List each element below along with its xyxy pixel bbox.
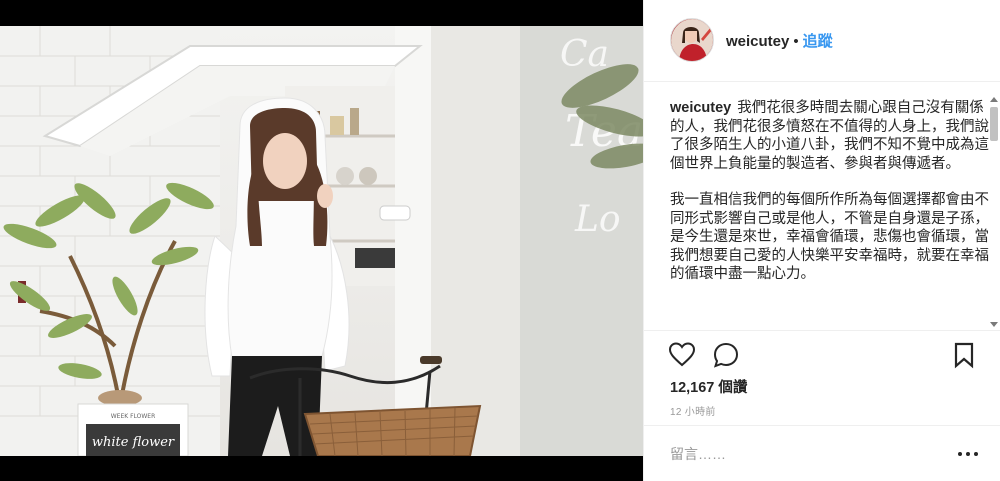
avatar-image xyxy=(671,19,713,61)
bookmark-icon[interactable] xyxy=(950,341,978,369)
caption-username[interactable]: weicutey xyxy=(670,100,731,116)
caption-area[interactable]: weicutey 我們花很多時間去關心跟自己沒有關係的人，我們花很多憤怒在不值得… xyxy=(644,83,1000,330)
caption-scrollbar[interactable] xyxy=(988,97,1000,327)
scroll-up-icon[interactable] xyxy=(990,97,998,102)
likes-count[interactable]: 12,167 個讚 xyxy=(670,376,747,397)
scroll-down-icon[interactable] xyxy=(990,322,998,327)
post-photo-illustration: Tea Ca Lo WEEK FLOWER white flower xyxy=(0,26,643,456)
caption: weicutey 我們花很多時間去關心跟自己沒有關係的人，我們花很多憤怒在不值得… xyxy=(670,99,990,302)
post-photo[interactable]: Tea Ca Lo WEEK FLOWER white flower xyxy=(0,26,643,456)
sign-script-text: white flower xyxy=(92,435,175,450)
header-separator: • xyxy=(793,33,799,50)
header-username[interactable]: weicutey xyxy=(726,33,789,50)
post-header: weicutey • 追蹤 xyxy=(644,0,1000,82)
comment-input[interactable] xyxy=(670,444,940,464)
avatar[interactable] xyxy=(670,18,714,62)
post-timestamp[interactable]: 12 小時前 xyxy=(670,403,716,418)
scroll-thumb[interactable] xyxy=(990,107,998,141)
heart-icon[interactable] xyxy=(668,341,696,369)
follow-button[interactable]: 追蹤 xyxy=(803,33,833,50)
caption-paragraph-2: 我一直相信我們的每個所作所為每個選擇都會由不同形式影響自己或是他人，不管是自身還… xyxy=(670,192,989,282)
action-bar xyxy=(644,330,1000,378)
more-options-icon[interactable] xyxy=(956,445,980,463)
svg-text:Ca: Ca xyxy=(560,34,609,75)
comment-bar xyxy=(644,425,1000,481)
svg-text:Lo: Lo xyxy=(574,199,621,240)
post-header-text: weicutey • 追蹤 xyxy=(726,33,833,51)
caption-paragraph-1: weicutey 我們花很多時間去關心跟自己沒有關係的人，我們花很多憤怒在不值得… xyxy=(670,99,990,173)
post-photo-panel: Tea Ca Lo WEEK FLOWER white flower xyxy=(0,0,643,481)
comment-icon[interactable] xyxy=(712,341,740,369)
post-side-panel: weicutey • 追蹤 weicutey 我們花很多時間去關心跟自己沒有關係的人… xyxy=(643,0,1000,481)
sign-small-text: WEEK FLOWER xyxy=(111,413,156,420)
